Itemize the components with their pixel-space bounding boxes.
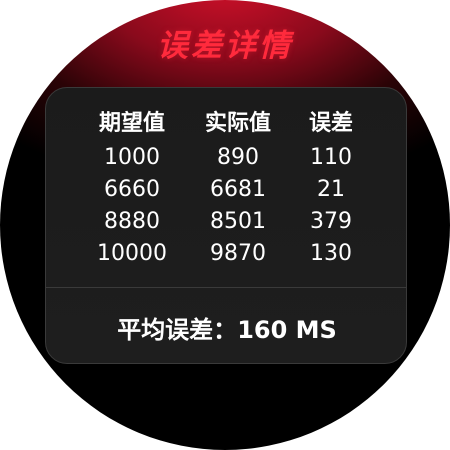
expected-value: 6660 (104, 177, 160, 202)
error-table: 期望值 实际值 误差 1000 890 110 6660 6681 21 888… (46, 108, 408, 270)
card-divider (46, 287, 406, 288)
error-value: 21 (317, 177, 345, 202)
error-value: 130 (310, 241, 352, 266)
actual-value: 890 (217, 145, 259, 170)
table-row: 6660 6681 21 (46, 174, 408, 206)
average-error: 平均误差：160 MS (46, 310, 408, 345)
header-expected: 期望值 (98, 111, 165, 136)
actual-value: 9870 (210, 241, 266, 266)
error-value: 110 (310, 145, 352, 170)
expected-value: 8880 (104, 209, 160, 234)
table-row: 10000 9870 130 (46, 238, 408, 270)
header-actual: 实际值 (204, 111, 271, 136)
average-error-value: 160 MS (237, 316, 337, 344)
actual-value: 6681 (210, 177, 266, 202)
page-title: 误差详情 (157, 28, 293, 64)
error-value: 379 (310, 209, 352, 234)
table-header-row: 期望值 实际值 误差 (46, 108, 408, 142)
actual-value: 8501 (210, 209, 266, 234)
expected-value: 10000 (97, 241, 167, 266)
watch-screen: 误差详情 期望值 实际值 误差 1000 890 110 6660 6681 2… (0, 0, 450, 450)
expected-value: 1000 (104, 145, 160, 170)
average-error-label: 平均误差： (117, 316, 238, 344)
table-row: 1000 890 110 (46, 142, 408, 174)
header-error: 误差 (308, 111, 353, 136)
error-details-card: 期望值 实际值 误差 1000 890 110 6660 6681 21 888… (45, 87, 407, 364)
table-row: 8880 8501 379 (46, 206, 408, 238)
